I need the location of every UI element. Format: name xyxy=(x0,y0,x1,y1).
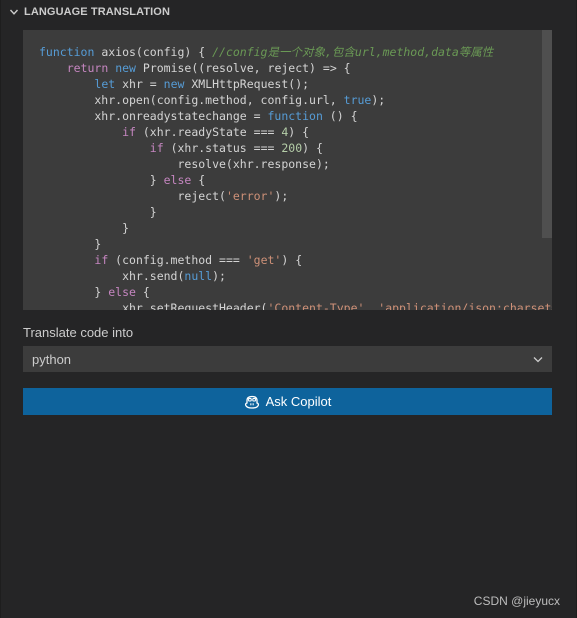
code-line: } xyxy=(39,220,552,236)
code-keyword: function xyxy=(267,109,323,123)
code-keyword: let xyxy=(94,77,116,91)
code-text-run: , xyxy=(364,301,379,310)
code-text-run: ) { xyxy=(302,141,323,155)
code-text-run: xhr = xyxy=(115,77,164,91)
copilot-icon xyxy=(244,394,260,410)
scrollbar-thumb[interactable] xyxy=(542,30,552,238)
language-select[interactable]: python xyxy=(23,346,552,372)
code-line: } else { xyxy=(39,172,552,188)
code-text-run: reject( xyxy=(39,189,226,203)
code-text-run: } xyxy=(39,205,157,219)
code-control-keyword: return xyxy=(66,61,109,75)
code-text-run: } xyxy=(39,173,164,187)
code-text-run xyxy=(39,125,122,139)
code-line: if (xhr.status === 200) { xyxy=(39,140,552,156)
code-text-run: xhr.setRequestHeader( xyxy=(39,301,268,310)
code-text-run: Promise((resolve, reject) => { xyxy=(135,61,351,75)
code-keyword: true xyxy=(343,93,372,107)
code-line: if (config.method === 'get') { xyxy=(39,252,552,268)
code-line: if (xhr.readyState === 4) { xyxy=(39,124,552,140)
code-control-keyword: else xyxy=(108,285,136,299)
code-text-run: (xhr.status === xyxy=(163,141,282,155)
code-text-run: ); xyxy=(274,189,289,203)
code-string: 'error' xyxy=(225,189,275,203)
code-line: let xhr = new XMLHttpRequest(); xyxy=(39,76,552,92)
code-line: return new Promise((resolve, reject) => … xyxy=(39,60,552,76)
code-line: resolve(xhr.response); xyxy=(39,156,552,172)
code-line: xhr.open(config.method, config.url, true… xyxy=(39,92,552,108)
code-text-run: { xyxy=(135,285,150,299)
code-text-run: } xyxy=(39,237,102,251)
chevron-down-icon[interactable] xyxy=(7,5,21,19)
code-text-run xyxy=(39,61,67,75)
code-text-run: } xyxy=(39,221,130,235)
code-text-run: ) { xyxy=(288,125,310,139)
code-control-keyword: if xyxy=(149,141,164,155)
panel-header[interactable]: LANGUAGE TRANSLATION xyxy=(1,0,576,24)
code-comment: //config是一个对象,包含url,method,data等属性 xyxy=(212,45,494,59)
code-text-run: xhr.send( xyxy=(39,269,185,283)
code-line: function axios(config) { //config是一个对象,包… xyxy=(39,44,552,60)
code-control-keyword: else xyxy=(163,173,192,187)
code-text-run: { xyxy=(191,173,206,187)
translate-label: Translate code into xyxy=(23,325,134,340)
code-control-keyword: if xyxy=(122,125,136,139)
code-text-run: ); xyxy=(371,93,386,107)
code-text-run: xhr.open(config.method, config.url, xyxy=(39,93,344,107)
code-text-run: (config.method === xyxy=(108,253,247,267)
code-text-run: } xyxy=(39,285,109,299)
code-text-run xyxy=(39,141,150,155)
code-preview[interactable]: function axios(config) { //config是一个对象,包… xyxy=(23,30,552,310)
code-line: reject('error'); xyxy=(39,188,552,204)
ask-copilot-label: Ask Copilot xyxy=(265,394,332,409)
panel-title: LANGUAGE TRANSLATION xyxy=(24,6,171,18)
code-text-run: (xhr.readyState === xyxy=(135,125,282,139)
selected-language: python xyxy=(32,351,72,367)
code-control-keyword: if xyxy=(94,253,109,267)
code-line: xhr.onreadystatechange = function () { xyxy=(39,108,552,124)
code-text-run: xhr.onreadystatechange = xyxy=(39,109,268,123)
code-text-run: resolve(xhr.response); xyxy=(39,157,330,171)
code-line: } xyxy=(39,236,552,252)
code-string: 'get' xyxy=(246,253,282,267)
code-keyword: null xyxy=(184,269,213,283)
code-text-run xyxy=(39,77,94,91)
code-text-run: XMLHttpRequest(); xyxy=(184,77,310,91)
code-text-run: () { xyxy=(322,109,358,123)
code-text-run xyxy=(39,253,94,267)
language-translation-panel: LANGUAGE TRANSLATION function axios(conf… xyxy=(0,0,577,618)
watermark: CSDN @jieyucx xyxy=(473,594,560,608)
code-line: } else { xyxy=(39,284,552,300)
code-text-run: axios(config) { xyxy=(94,45,213,59)
code-keyword: function xyxy=(39,45,95,59)
code-keyword: new xyxy=(163,77,185,91)
code-line: xhr.send(null); xyxy=(39,268,552,284)
code-string: 'application/json;charset=utf-8' xyxy=(378,301,552,310)
code-line: xhr.setRequestHeader('Content-Type', 'ap… xyxy=(39,300,552,310)
code-line: } xyxy=(39,204,552,220)
code-keyword: new xyxy=(115,61,136,75)
code-number: 200 xyxy=(281,141,303,155)
ask-copilot-button[interactable]: Ask Copilot xyxy=(23,388,552,415)
code-text: function axios(config) { //config是一个对象,包… xyxy=(39,44,552,310)
code-text-run: ) { xyxy=(281,253,303,267)
code-scrollbar[interactable] xyxy=(542,30,552,310)
code-string: 'Content-Type' xyxy=(267,301,365,310)
code-text-run: ); xyxy=(212,269,226,283)
chevron-down-icon xyxy=(532,353,544,365)
